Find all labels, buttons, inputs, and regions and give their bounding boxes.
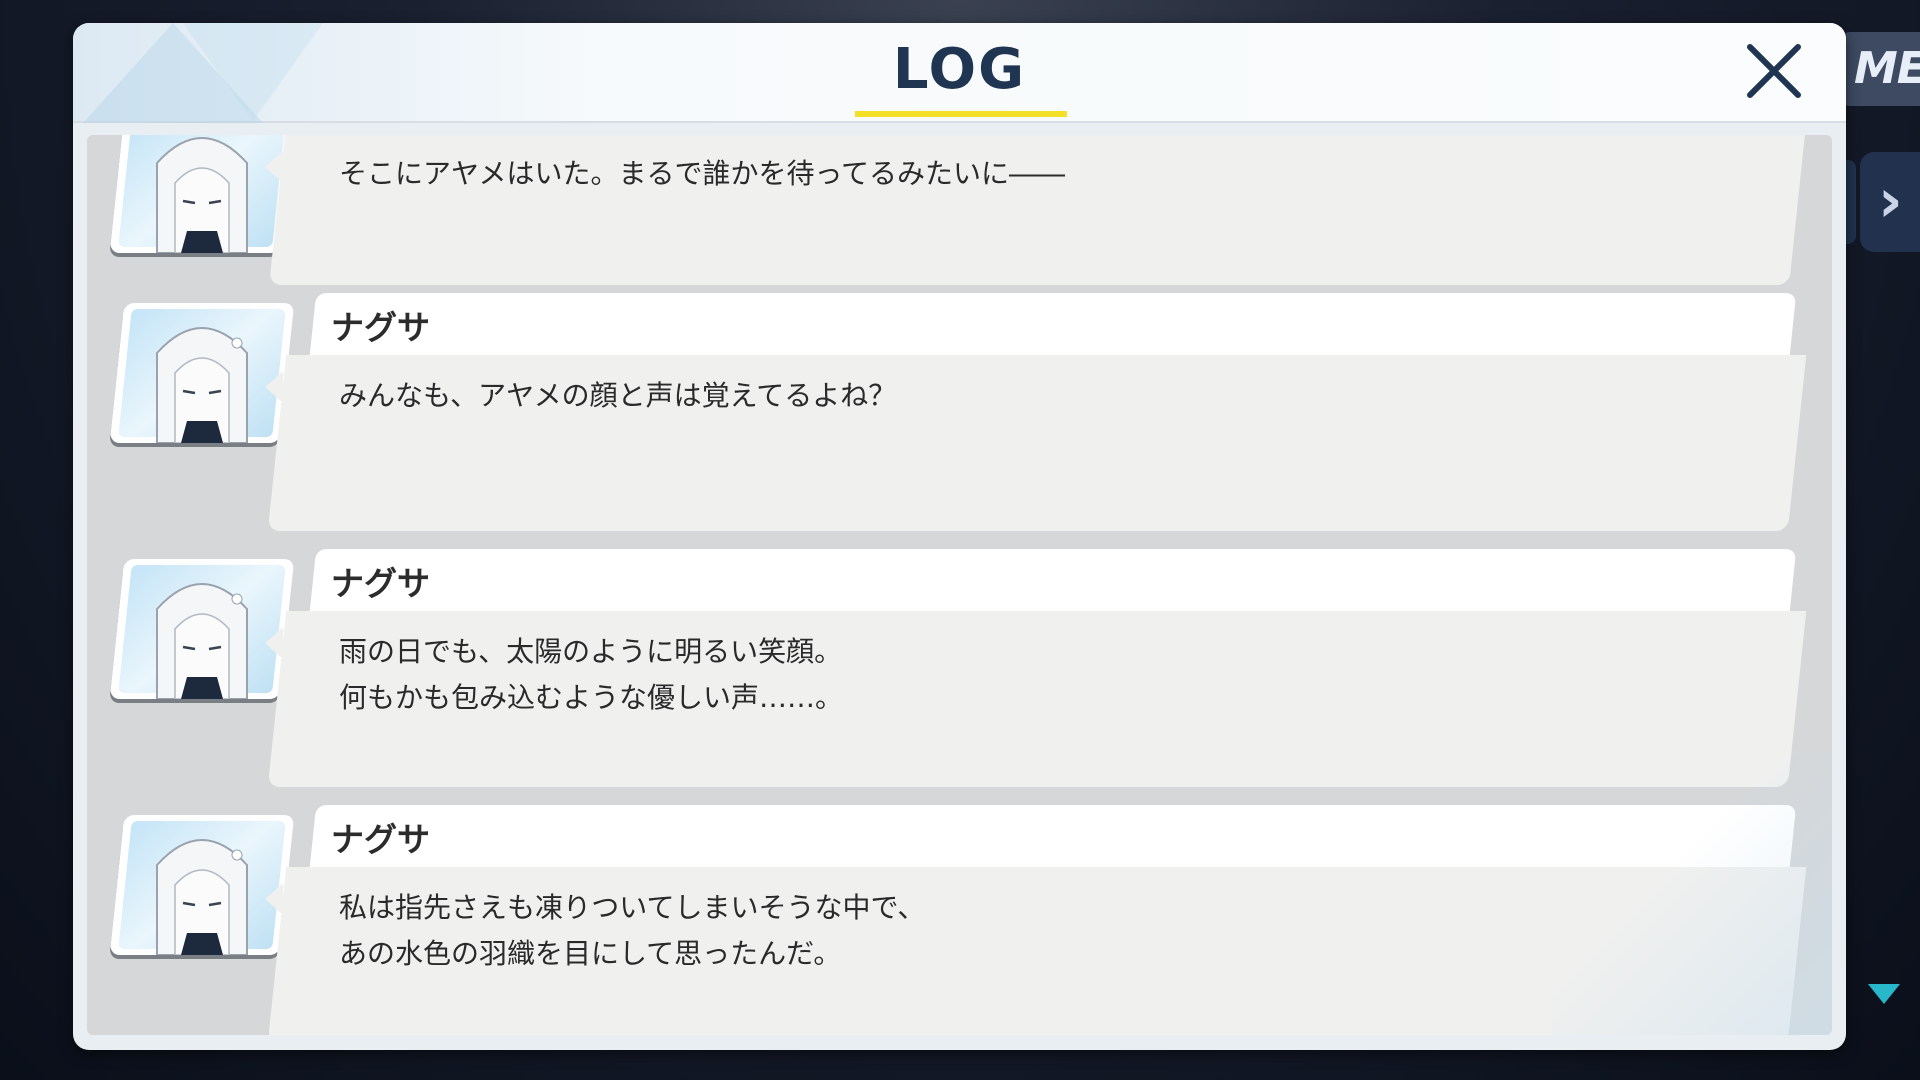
log-entry: ナグサ 雨の日でも、太陽のように明るい笑顔。 何もかも包み込むような優しい声……… <box>87 549 1832 787</box>
character-portrait-icon <box>156 839 248 955</box>
log-list[interactable]: そこにアヤメはいた。まるで誰かを待ってるみたいに―― ナグサ みんなも、アヤメの… <box>87 135 1832 1035</box>
log-entry: そこにアヤメはいた。まるで誰かを待ってるみたいに―― <box>87 135 1832 285</box>
log-title: LOG <box>892 37 1027 102</box>
character-portrait-icon <box>156 583 248 699</box>
log-entry: ナグサ みんなも、アヤメの顔と声は覚えてるよね？ <box>87 293 1832 531</box>
title-underline <box>855 111 1067 117</box>
message-text: 私は指先さえも凍りついてしまいそうな中で、 あの水色の羽織を目にして思ったんだ。 <box>339 891 926 970</box>
skip-button[interactable] <box>1860 152 1920 252</box>
scroll-down-indicator-icon[interactable] <box>1868 984 1900 1004</box>
speaker-name: ナグサ <box>331 820 430 859</box>
log-entry: ナグサ 私は指先さえも凍りついてしまいそうな中で、 あの水色の羽織を目にして思っ… <box>87 805 1832 1035</box>
menu-button-label: ME <box>1854 43 1920 94</box>
character-portrait-icon <box>156 137 248 253</box>
character-portrait-icon <box>156 327 248 443</box>
speaker-name-bar <box>309 805 1797 867</box>
close-icon <box>1747 44 1801 98</box>
speaker-name: ナグサ <box>331 564 430 603</box>
close-button[interactable] <box>1742 39 1806 103</box>
log-header: LOG <box>73 23 1846 123</box>
speaker-name: ナグサ <box>331 308 430 347</box>
speaker-name-bar <box>309 549 1797 611</box>
message-text: そこにアヤメはいた。まるで誰かを待ってるみたいに―― <box>339 157 1066 190</box>
message-text: みんなも、アヤメの顔と声は覚えてるよね？ <box>339 379 897 412</box>
speaker-name-bar <box>309 293 1797 355</box>
log-panel: LOG そこにアヤメはいた。まるで誰かを待ってるみたいに―― ナグサ みんなも、… <box>73 23 1846 1050</box>
menu-button[interactable]: ME <box>1840 32 1920 106</box>
message-text: 雨の日でも、太陽のように明るい笑顔。 何もかも包み込むような優しい声……。 <box>339 635 844 714</box>
